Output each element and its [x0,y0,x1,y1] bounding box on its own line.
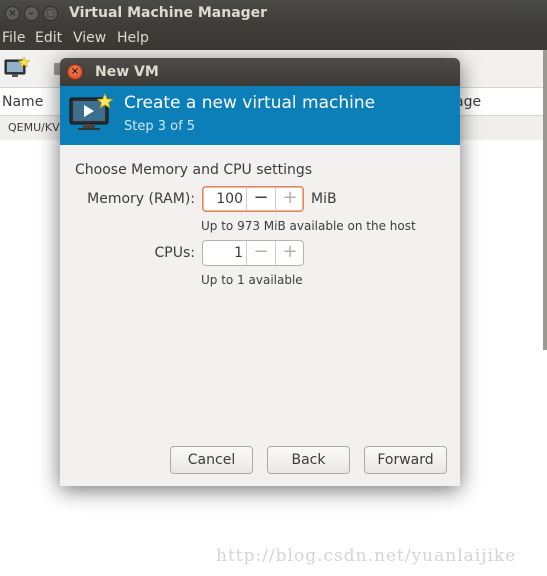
dialog-titlebar: × New VM [60,58,460,86]
dialog-title: New VM [95,64,159,80]
memory-spinbox[interactable]: 100 − + [202,186,304,212]
menu-edit[interactable]: Edit [35,30,62,46]
connection-label: QEMU/KV [8,121,60,134]
dialog-close-button[interactable]: × [67,64,83,80]
menu-help[interactable]: Help [117,30,149,46]
wizard-step: Step 3 of 5 [124,119,196,134]
main-minimize-button[interactable]: – [24,6,39,21]
wizard-header: Create a new virtual machine Step 3 of 5 [60,86,460,145]
main-close-button[interactable]: × [5,6,20,21]
memory-unit: MiB [311,191,337,207]
memory-increment-button[interactable]: + [275,187,304,211]
memory-label: Memory (RAM): [87,191,195,207]
new-vm-toolbar-icon[interactable] [4,56,31,79]
window-edge [543,50,547,350]
main-window-title: Virtual Machine Manager [69,5,268,21]
forward-button[interactable]: Forward [364,446,447,474]
wizard-title: Create a new virtual machine [124,93,376,113]
memory-decrement-button[interactable]: − [246,187,275,211]
cpus-decrement-button[interactable]: − [246,241,275,265]
cpus-increment-button[interactable]: + [275,241,304,265]
cpus-hint: Up to 1 available [201,273,303,287]
menubar: File Edit View Help [0,28,547,50]
cpus-label: CPUs: [154,245,195,261]
memory-value[interactable]: 100 [203,191,243,207]
back-button[interactable]: Back [267,446,350,474]
menu-file[interactable]: File [2,30,25,46]
new-vm-dialog: × New VM Create a new virtual machine St… [60,58,460,486]
cancel-button[interactable]: Cancel [170,446,253,474]
memory-hint: Up to 973 MiB available on the host [201,219,416,233]
watermark: http://blog.csdn.net/yuanlaijike [216,546,517,566]
column-name[interactable]: Name [2,94,43,110]
new-vm-icon [68,93,114,133]
main-maximize-button[interactable]: □ [43,6,58,21]
main-titlebar: × – □ Virtual Machine Manager [0,0,547,28]
menu-view[interactable]: View [73,30,106,46]
section-title: Choose Memory and CPU settings [75,162,313,178]
cpus-spinbox[interactable]: 1 − + [202,240,304,266]
cpus-value[interactable]: 1 [203,245,243,261]
